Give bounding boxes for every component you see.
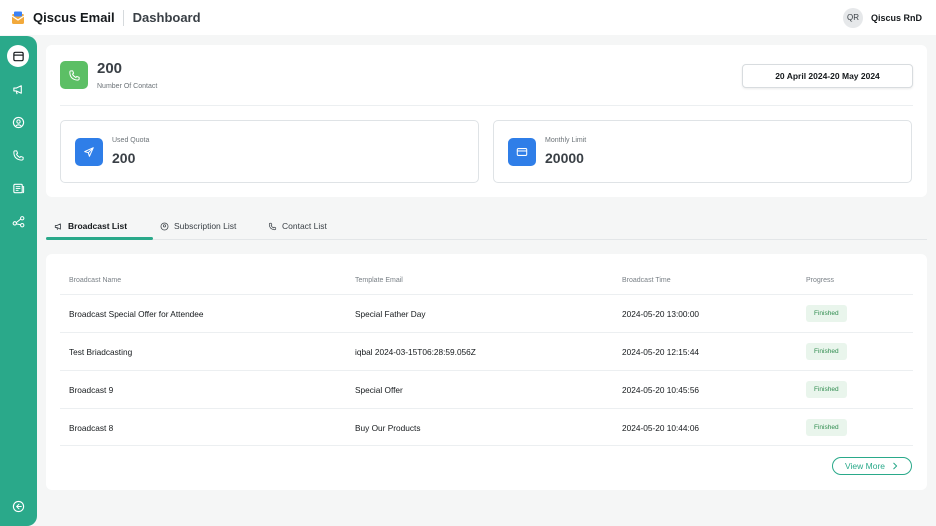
broadcast-time-cell: 2024-05-20 10:45:56 (622, 384, 700, 395)
contact-count: 200 (97, 60, 123, 77)
date-range-picker[interactable]: 20 April 2024-20 May 2024 (742, 64, 913, 88)
used-quota-value: 200 (112, 150, 136, 166)
sidebar (0, 36, 37, 526)
view-more-label: View More (845, 461, 885, 471)
broadcast-name-cell: Broadcast Special Offer for Attendee (69, 308, 204, 319)
broadcast-table: Broadcast Name Template Email Broadcast … (46, 254, 927, 490)
view-more-button[interactable]: View More (832, 457, 912, 475)
title-divider (122, 9, 124, 26)
user-circle-icon (12, 116, 24, 128)
tab-label: Broadcast List (68, 221, 128, 231)
megaphone-icon (54, 223, 61, 230)
sidebar-item-dashboard[interactable] (7, 45, 29, 67)
user-menu[interactable]: QR Qiscus RnD (842, 7, 922, 28)
broadcast-time-cell: 2024-05-20 12:15:44 (622, 346, 700, 357)
table-row[interactable]: Broadcast 8 Buy Our Products 2024-05-20 … (60, 408, 913, 446)
table-row[interactable]: Test Briadcasting iqbal 2024-03-15T06:28… (60, 332, 913, 370)
broadcast-time-cell: 2024-05-20 13:00:00 (622, 308, 700, 319)
contact-count-label: Number Of Contact (97, 83, 158, 90)
summary-card: 200 Number Of Contact 20 April 2024-20 M… (46, 45, 927, 197)
table-row[interactable]: Broadcast 9 Special Offer 2024-05-20 10:… (60, 370, 913, 408)
megaphone-icon (12, 84, 22, 94)
broadcast-name-cell: Test Briadcasting (69, 346, 133, 357)
template-email-cell: Special Offer (355, 384, 403, 395)
tab-label: Subscription List (174, 221, 237, 231)
tab-subscription-list[interactable]: Subscription List (160, 212, 236, 240)
used-quota-label: Used Quota (112, 137, 150, 144)
column-header-broadcast-time: Broadcast Time (622, 277, 671, 284)
share-icon (12, 215, 24, 227)
page-title: Dashboard (132, 10, 201, 25)
user-name[interactable]: Qiscus RnD (871, 13, 922, 23)
broadcast-name-cell: Broadcast 8 (69, 422, 114, 433)
progress-cell: Finished (806, 295, 847, 332)
sidebar-item-integrations[interactable] (7, 210, 29, 232)
chevron-right-icon (893, 462, 898, 470)
status-badge: Finished (806, 343, 847, 360)
monthly-limit-label: Monthly Limit (545, 137, 587, 144)
dashboard-icon (12, 51, 24, 61)
credit-card-icon (516, 148, 528, 156)
progress-cell: Finished (806, 409, 847, 446)
collapse-icon (12, 500, 24, 512)
top-bar: Qiscus Email Dashboard QR Qiscus RnD (0, 0, 936, 35)
status-badge: Finished (806, 419, 847, 436)
progress-cell: Finished (806, 371, 847, 408)
newspaper-icon (12, 183, 24, 193)
qiscus-logo-icon (11, 11, 25, 25)
template-email-cell: Buy Our Products (355, 422, 421, 433)
phone-icon (68, 69, 80, 81)
phone-icon (268, 222, 277, 230)
sidebar-item-contact[interactable] (7, 144, 29, 166)
column-header-template-email: Template Email (355, 277, 403, 284)
monthly-limit-icon-box (508, 138, 536, 166)
send-icon (84, 147, 94, 157)
summary-divider (60, 105, 913, 106)
broadcast-name-cell: Broadcast 9 (69, 384, 114, 395)
brand-name: Qiscus Email (33, 10, 115, 25)
monthly-limit-card: Monthly Limit 20000 (493, 120, 912, 183)
table-row[interactable]: Broadcast Special Offer for Attendee Spe… (60, 294, 913, 332)
active-tab-indicator (46, 237, 153, 240)
sidebar-item-broadcast[interactable] (7, 78, 29, 100)
status-badge: Finished (806, 305, 847, 322)
broadcast-time-cell: 2024-05-20 10:44:06 (622, 422, 700, 433)
template-email-cell: iqbal 2024-03-15T06:28:59.056Z (355, 346, 476, 357)
avatar[interactable]: QR (842, 7, 863, 28)
tab-label: Contact List (282, 221, 327, 231)
column-header-progress: Progress (806, 277, 835, 284)
status-badge: Finished (806, 381, 847, 398)
sidebar-item-subscription[interactable] (7, 111, 29, 133)
list-tabs: Broadcast List Subscription List Contact… (46, 212, 927, 240)
progress-cell: Finished (806, 333, 847, 370)
template-email-cell: Special Father Day (355, 308, 426, 319)
user-circle-icon (160, 222, 169, 230)
used-quota-icon-box (75, 138, 103, 166)
sidebar-collapse-button[interactable] (7, 495, 29, 517)
tab-contact-list[interactable]: Contact List (268, 212, 327, 240)
contact-stat-icon (60, 61, 88, 89)
used-quota-card: Used Quota 200 (60, 120, 479, 183)
phone-icon (12, 149, 24, 161)
monthly-limit-value: 20000 (545, 150, 584, 166)
tab-broadcast-list[interactable]: Broadcast List (54, 212, 127, 240)
column-header-broadcast-name: Broadcast Name (69, 277, 122, 284)
sidebar-item-templates[interactable] (7, 177, 29, 199)
